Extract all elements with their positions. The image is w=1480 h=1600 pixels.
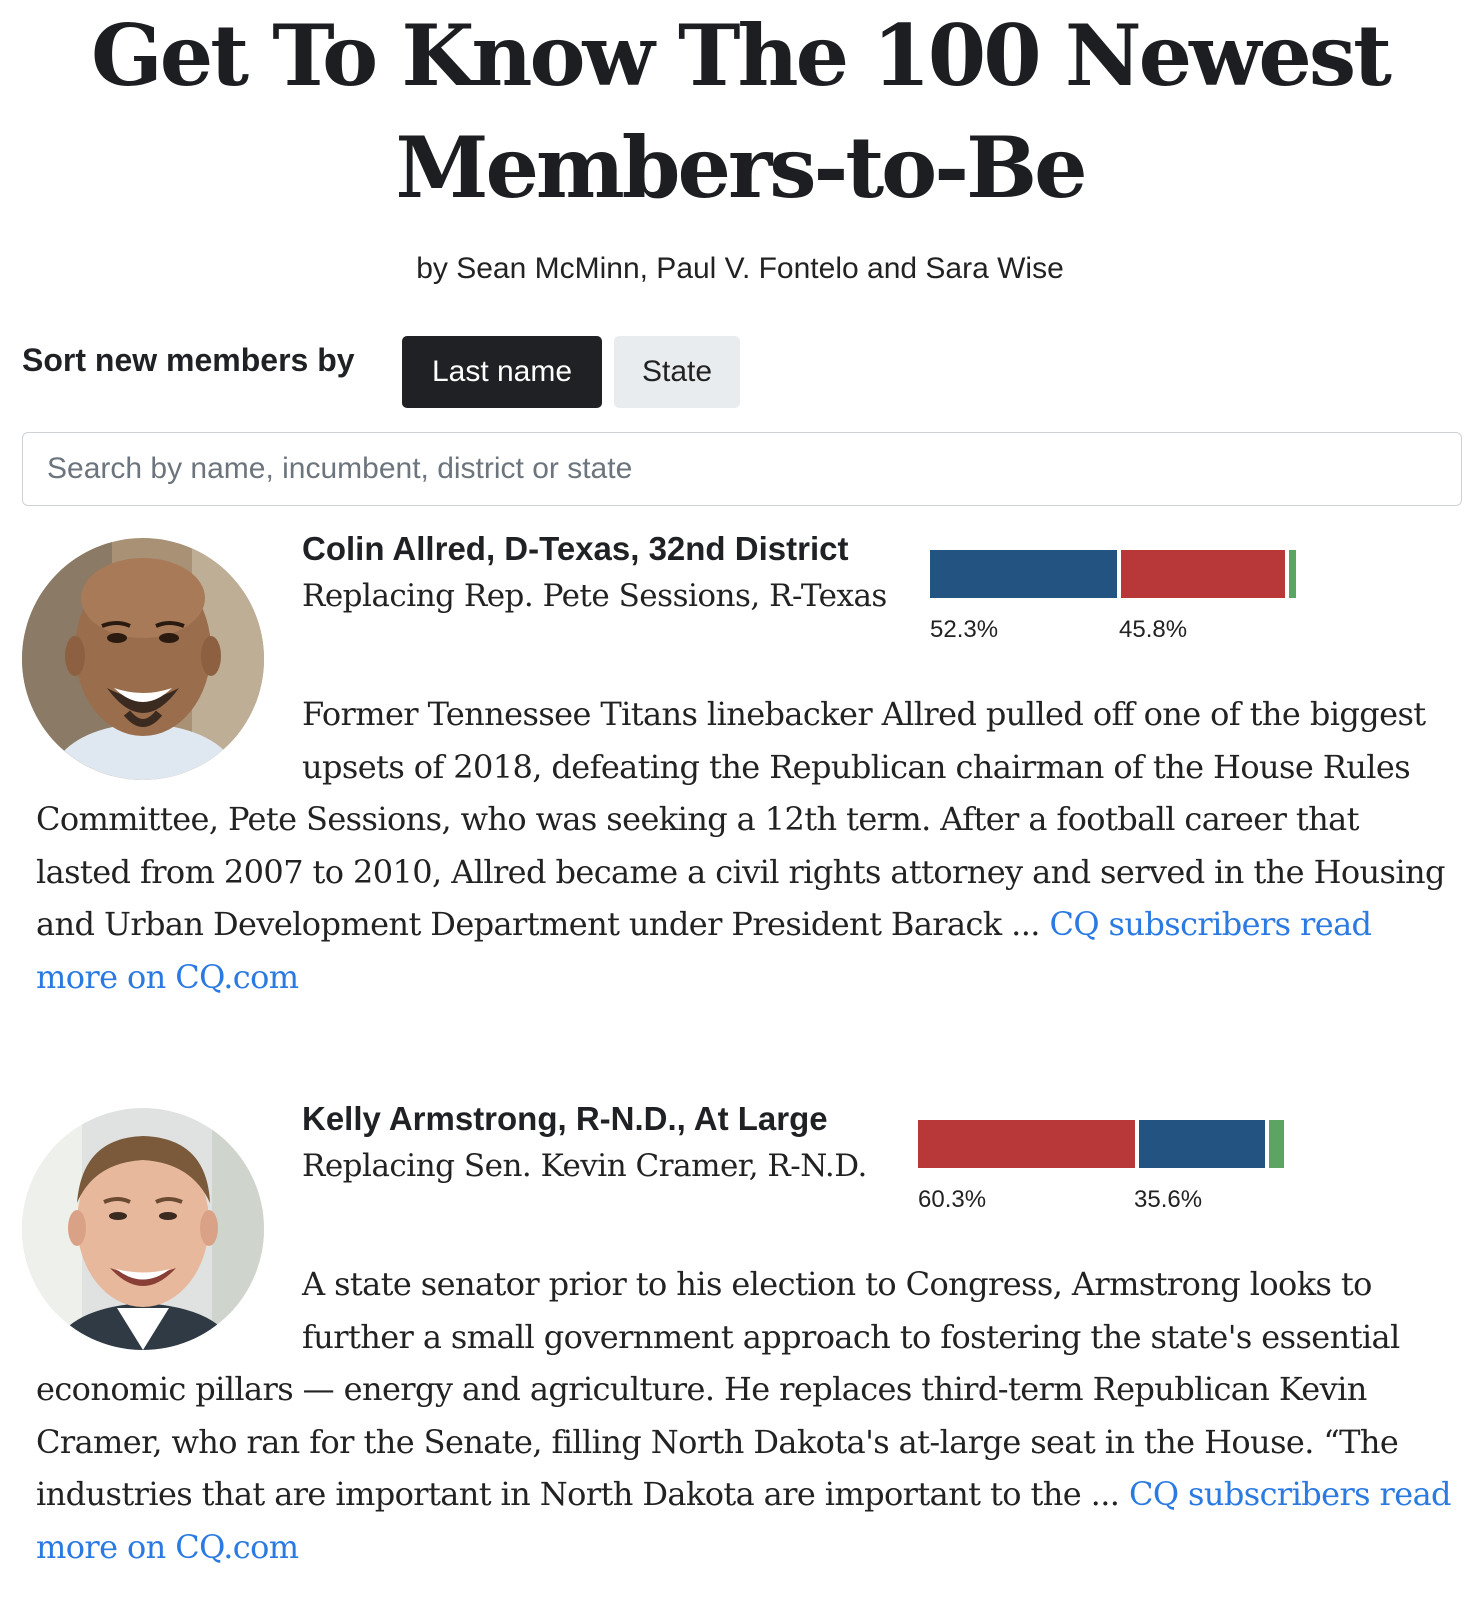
byline: by Sean McMinn, Paul V. Fontelo and Sara…: [416, 252, 1064, 285]
member-replacing: Replacing Rep. Pete Sessions, R-Texas: [302, 578, 887, 614]
republican-vote-segment: [1121, 550, 1286, 598]
election-result-bar: [918, 1120, 1284, 1168]
member-bio: Former Tennessee Titans linebacker Allre…: [36, 695, 1446, 996]
page-title: Get To Know The 100 Newest Members-to-Be: [91, 6, 1392, 217]
member-name: Colin Allred, D-Texas, 32nd District: [302, 530, 849, 567]
republican-vote-segment: [918, 1120, 1135, 1168]
sort-state-button[interactable]: State: [614, 336, 740, 408]
winner-percent-label: 52.3%: [930, 616, 999, 643]
winner-percent-label: 60.3%: [918, 1186, 987, 1213]
member-replacing: Replacing Sen. Kevin Cramer, R-N.D.: [302, 1148, 867, 1184]
member-bio: A state senator prior to his election to…: [36, 1265, 1452, 1566]
democrat-vote-segment: [1138, 1120, 1265, 1168]
runner-up-percent-label: 45.8%: [1119, 616, 1188, 643]
member-name: Kelly Armstrong, R-N.D., At Large: [302, 1100, 828, 1137]
search-input[interactable]: [22, 432, 1462, 506]
sort-last-name-button[interactable]: Last name: [402, 336, 602, 408]
runner-up-percent-label: 35.6%: [1134, 1186, 1203, 1213]
sort-label: Sort new members by: [22, 342, 355, 378]
democrat-vote-segment: [930, 550, 1118, 598]
other-vote-segment: [1268, 1120, 1284, 1168]
other-vote-segment: [1289, 550, 1296, 598]
election-result-bar: [930, 550, 1296, 598]
